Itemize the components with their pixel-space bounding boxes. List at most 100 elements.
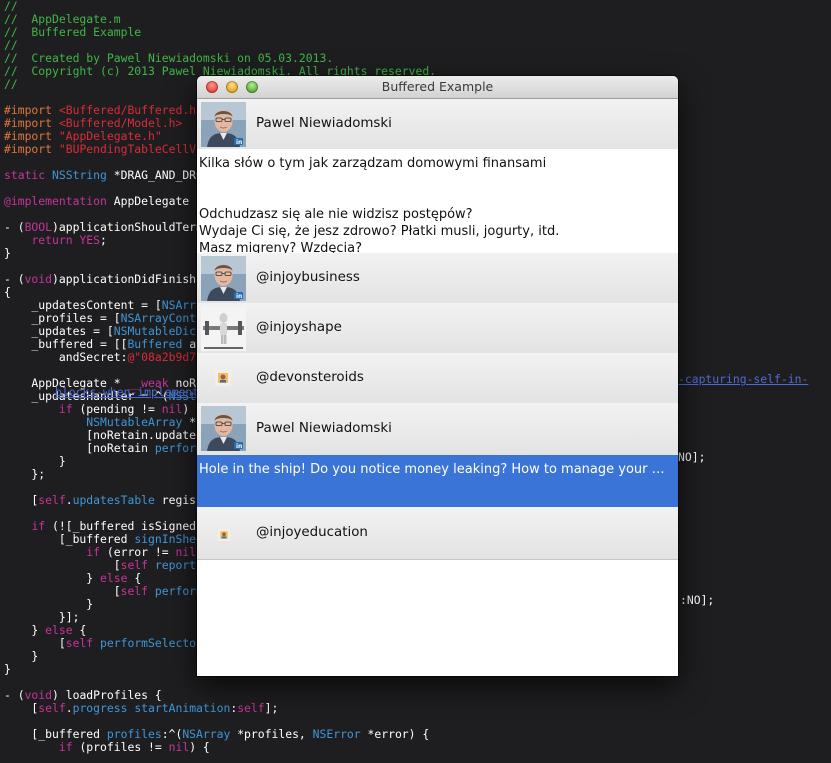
code-token: andSecret: xyxy=(4,350,128,364)
title-bar[interactable]: Buffered Example xyxy=(197,76,678,99)
code-line: } xyxy=(4,663,11,676)
profile-row[interactable]: @injoyshape xyxy=(197,303,678,354)
code-token: // AppDelegate.m xyxy=(4,12,121,26)
code-token: self xyxy=(120,558,155,572)
code-token: [ xyxy=(4,701,39,715)
code-token: NSString xyxy=(52,168,114,182)
code-token: (error != xyxy=(106,545,176,559)
code-token: { xyxy=(4,285,11,299)
link-fragment[interactable]: blocks-when-implement xyxy=(55,386,199,399)
code-token: [ xyxy=(4,558,121,572)
code-token: [_buffered xyxy=(4,727,107,741)
code-token: YES xyxy=(79,233,101,247)
code-token: #import xyxy=(4,129,59,143)
code-token: NSMutableDict xyxy=(113,324,203,338)
profile-name: Pawel Niewiadomski xyxy=(256,421,392,436)
code-token: NSMutableArray xyxy=(86,415,190,429)
code-token: #import xyxy=(4,103,59,117)
app-window[interactable]: Buffered Example in Pawel Niewiadomski Kil… xyxy=(197,76,678,676)
code-line: [self.progress startAnimation:self]; xyxy=(4,702,278,715)
code-token: self xyxy=(38,493,66,507)
code-line: if (profiles != nil) { xyxy=(4,741,210,754)
code-token: - ( xyxy=(4,688,25,702)
profile-name: @devonsteroids xyxy=(256,370,364,385)
code-token: (pending != xyxy=(79,402,162,416)
avatar: in xyxy=(201,406,246,451)
profile-row[interactable]: in Pawel Niewiadomski xyxy=(197,403,678,456)
code-token: else xyxy=(100,571,135,585)
profile-row[interactable]: @devonsteroids xyxy=(197,353,678,404)
code-token: Buffered xyxy=(127,337,190,351)
code-token: :^( xyxy=(161,727,183,741)
profile-row[interactable]: in @injoybusiness xyxy=(197,253,678,304)
code-token: ; xyxy=(100,233,107,247)
code-token: *profiles, xyxy=(237,727,313,741)
code-token: NSError xyxy=(312,727,368,741)
code-token: [ xyxy=(4,493,39,507)
avatar: in xyxy=(201,102,246,147)
code-token: <Buffered/Model.h> xyxy=(58,116,183,130)
code-token: } xyxy=(4,597,94,611)
code-token: [ xyxy=(4,636,66,650)
code-line: // Buffered Example xyxy=(4,26,141,39)
code-token: self xyxy=(38,701,66,715)
code-token: }]; xyxy=(4,610,80,624)
code-token: nil xyxy=(168,740,190,754)
post-row-selected[interactable]: Hole in the ship! Do you notice money le… xyxy=(197,455,678,507)
code-line: }; xyxy=(4,468,45,481)
code-token: _buffered = [[ xyxy=(4,337,128,351)
code-token: self xyxy=(120,584,155,598)
code-token: } xyxy=(4,649,39,663)
code-line: // xyxy=(4,78,18,91)
code-token: . xyxy=(65,493,73,507)
profile-row[interactable]: @injoyeducation xyxy=(197,507,678,560)
window-title: Buffered Example xyxy=(381,79,494,94)
avatar xyxy=(201,306,246,351)
code-token: } xyxy=(4,454,66,468)
code-token: AppDelegate xyxy=(113,194,190,208)
code-token: void xyxy=(24,272,53,286)
post-text: Hole in the ship! Do you notice money le… xyxy=(199,462,672,477)
code-token: static xyxy=(4,168,53,182)
code-token: nil xyxy=(175,545,197,559)
code-token: _profiles = [ xyxy=(4,311,121,325)
code-token: { xyxy=(134,571,142,585)
code-token: (![_buffered isSignedI xyxy=(52,519,203,533)
code-token: return xyxy=(31,233,80,247)
code-token: ]; xyxy=(264,701,279,715)
code-token: } xyxy=(4,571,101,585)
code-line: - (void)applicationDidFinishLa xyxy=(4,273,210,286)
svg-text:in: in xyxy=(236,139,242,146)
code-token: if xyxy=(86,545,107,559)
post-row[interactable]: Kilka słów o tym jak zarządzam domowymi … xyxy=(197,149,678,253)
code-token: if xyxy=(58,740,80,754)
link-fragment[interactable]: -capturing-self-in- xyxy=(678,373,808,386)
code-token: // xyxy=(4,77,18,91)
code-token: performSelector xyxy=(100,636,203,650)
code-line: static NSString *DRAG_AND_DROP xyxy=(4,169,210,182)
code-fragment: :NO]; xyxy=(680,593,715,607)
code-line: andSecret:@"08a2b9d7c xyxy=(4,351,203,364)
profile-name: @injoybusiness xyxy=(256,270,360,285)
code-token: // xyxy=(4,38,18,52)
code-token: "BUPendingTableCellVi xyxy=(58,142,203,156)
code-token: @"08a2b9d7c xyxy=(127,350,203,364)
code-token: [ xyxy=(4,584,121,598)
code-token: } xyxy=(4,246,11,260)
code-token: [noRetain xyxy=(4,441,155,455)
code-token: perform xyxy=(154,584,203,598)
code-line: @implementation AppDelegate xyxy=(4,195,189,208)
code-token: _updatesContent = [ xyxy=(4,298,162,312)
code-token: *DRAG_AND_DROP xyxy=(113,168,210,182)
profile-row[interactable]: in Pawel Niewiadomski xyxy=(197,99,678,150)
avatar xyxy=(218,526,230,541)
code-token: . xyxy=(65,701,73,715)
code-token: self xyxy=(237,701,265,715)
svg-text:in: in xyxy=(236,293,242,300)
code-token: )applicationShouldTerm xyxy=(52,220,203,234)
